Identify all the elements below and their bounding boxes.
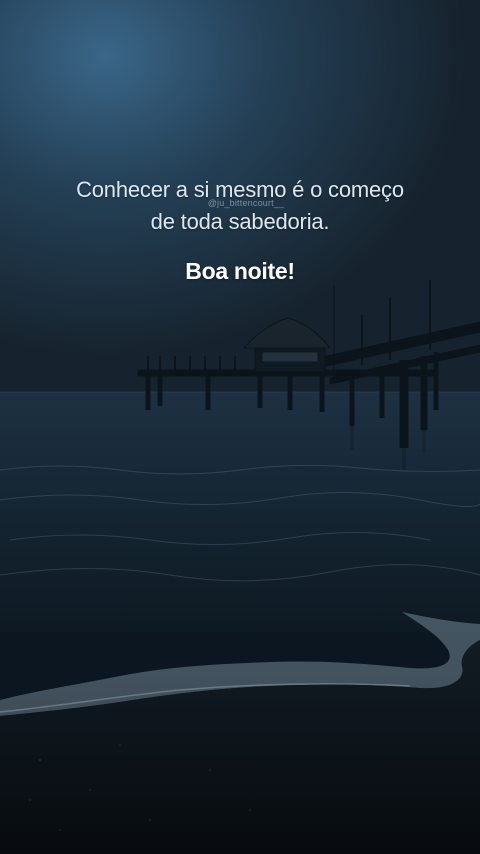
wallpaper-scene: Conhecer a si mesmo é o começo de toda s… bbox=[0, 0, 480, 854]
quote-line-2: de toda sabedoria. bbox=[150, 209, 330, 234]
watermark-handle: @ju_bittencourt__ bbox=[207, 198, 285, 208]
night-pier-background bbox=[0, 0, 480, 854]
greeting-text: Boa noite! bbox=[185, 258, 295, 284]
